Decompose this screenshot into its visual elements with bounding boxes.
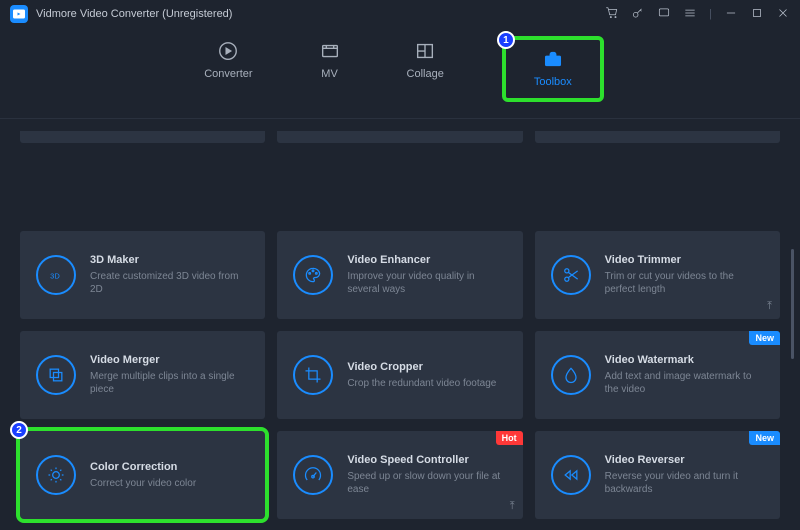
close-icon[interactable] <box>776 6 790 23</box>
card-partial <box>535 131 780 143</box>
palette-icon <box>293 255 333 295</box>
card-video-trimmer[interactable]: Video Trimmer Trim or cut your videos to… <box>535 231 780 319</box>
card-color-correction[interactable]: 2 Color Correction Correct your video co… <box>20 431 265 519</box>
card-desc: Create customized 3D video from 2D <box>90 270 249 296</box>
card-title: Color Correction <box>90 461 249 473</box>
tab-mv[interactable]: MV <box>311 36 349 102</box>
tab-toolbox[interactable]: 1 Toolbox <box>502 36 604 102</box>
card-title: 3D Maker <box>90 254 249 266</box>
card-3d-maker[interactable]: 3D 3D Maker Create customized 3D video f… <box>20 231 265 319</box>
cart-icon[interactable] <box>605 6 619 23</box>
card-video-cropper[interactable]: Video Cropper Crop the redundant video f… <box>277 331 522 419</box>
new-badge: New <box>749 431 780 445</box>
card-title: Video Speed Controller <box>347 454 506 466</box>
tab-label: MV <box>321 68 338 80</box>
card-video-enhancer[interactable]: Video Enhancer Improve your video qualit… <box>277 231 522 319</box>
card-partial <box>20 131 265 143</box>
tab-converter[interactable]: Converter <box>196 36 260 102</box>
card-video-reverser[interactable]: New Video Reverser Reverse your video an… <box>535 431 780 519</box>
key-icon[interactable] <box>631 6 645 23</box>
card-desc: Trim or cut your videos to the perfect l… <box>605 270 764 296</box>
new-badge: New <box>749 331 780 345</box>
toolbox-content: 3D 3D Maker Create customized 3D video f… <box>0 119 800 530</box>
annotation-step-2: 2 <box>10 421 28 439</box>
main-tabs: Converter MV Collage 1 Toolbox <box>0 28 800 119</box>
minimize-icon[interactable] <box>724 6 738 23</box>
window-title: Vidmore Video Converter (Unregistered) <box>36 8 232 20</box>
card-title: Video Merger <box>90 354 249 366</box>
card-video-speed[interactable]: Hot Video Speed Controller Speed up or s… <box>277 431 522 519</box>
card-desc: Correct your video color <box>90 477 249 490</box>
card-desc: Reverse your video and turn it backwards <box>605 470 764 496</box>
tab-collage[interactable]: Collage <box>399 36 452 102</box>
annotation-step-1: 1 <box>497 31 515 49</box>
3d-icon: 3D <box>36 255 76 295</box>
tab-label: Converter <box>204 68 252 80</box>
card-partial <box>277 131 522 143</box>
hot-badge: Hot <box>496 431 523 445</box>
card-desc: Improve your video quality in several wa… <box>347 270 506 296</box>
gauge-icon <box>293 455 333 495</box>
rewind-icon <box>551 455 591 495</box>
tab-label: Toolbox <box>534 76 572 88</box>
svg-text:3D: 3D <box>50 271 60 280</box>
crop-icon <box>293 355 333 395</box>
card-title: Video Watermark <box>605 354 764 366</box>
droplet-icon <box>551 355 591 395</box>
card-video-merger[interactable]: Video Merger Merge multiple clips into a… <box>20 331 265 419</box>
tab-label: Collage <box>407 68 444 80</box>
menu-icon[interactable] <box>683 6 697 23</box>
card-title: Video Cropper <box>347 361 506 373</box>
scrollbar[interactable] <box>791 249 794 359</box>
card-desc: Crop the redundant video footage <box>347 377 506 390</box>
feedback-icon[interactable] <box>657 6 671 23</box>
card-title: Video Reverser <box>605 454 764 466</box>
merge-icon <box>36 355 76 395</box>
maximize-icon[interactable] <box>750 6 764 23</box>
titlebar: Vidmore Video Converter (Unregistered) | <box>0 0 800 28</box>
card-desc: Speed up or slow down your file at ease <box>347 470 506 496</box>
card-video-watermark[interactable]: New Video Watermark Add text and image w… <box>535 331 780 419</box>
scissors-icon <box>551 255 591 295</box>
card-desc: Merge multiple clips into a single piece <box>90 370 249 396</box>
card-desc: Add text and image watermark to the vide… <box>605 370 764 396</box>
card-title: Video Enhancer <box>347 254 506 266</box>
app-logo <box>10 5 28 23</box>
pin-icon: ⤒ <box>767 300 772 313</box>
card-title: Video Trimmer <box>605 254 764 266</box>
brightness-icon <box>36 455 76 495</box>
